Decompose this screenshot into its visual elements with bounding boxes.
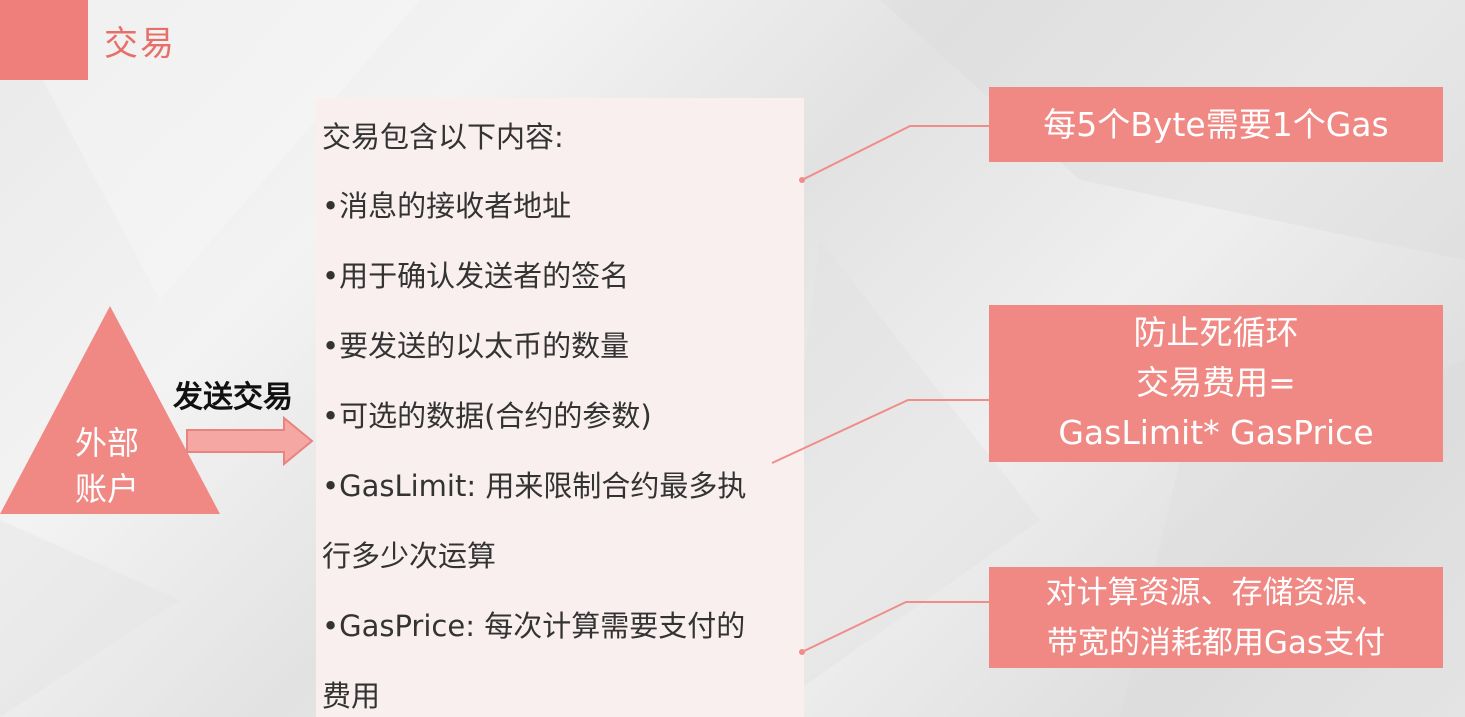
callout-byte-gas: 每5个Byte需要1个Gas	[989, 87, 1443, 162]
panel-item-ether-amount: •要发送的以太币的数量	[322, 329, 630, 363]
callout-resources-line1: 对计算资源、存储资源、	[1045, 575, 1387, 611]
callout-loop-line1: 防止死循环	[1133, 313, 1299, 352]
page-title: 交易	[104, 24, 176, 64]
panel-item-gaslimit-cont: 行多少次运算	[322, 539, 497, 573]
panel-item-optional-data: •可选的数据(合约的参数)	[322, 399, 652, 433]
actor-label-line1: 外部	[74, 424, 139, 462]
callout-loop-line2: 交易费用=	[1136, 363, 1296, 402]
callout-loop-line3: GasLimit* GasPrice	[1058, 413, 1374, 452]
panel-item-gasprice: •GasPrice: 每次计算需要支付的	[322, 609, 746, 643]
send-transaction-label: 发送交易	[173, 380, 293, 415]
actor-label-line2: 账户	[74, 470, 139, 508]
panel-heading: 交易包含以下内容:	[322, 120, 564, 154]
callout-resources: 对计算资源、存储资源、 带宽的消耗都用Gas支付	[989, 567, 1443, 668]
callout-byte-gas-text: 每5个Byte需要1个Gas	[1043, 105, 1389, 144]
title-accent-block	[0, 0, 88, 80]
panel-item-gaslimit: •GasLimit: 用来限制合约最多执	[322, 469, 747, 503]
panel-item-recipient: •消息的接收者地址	[322, 189, 572, 223]
callout-infinite-loop: 防止死循环 交易费用= GasLimit* GasPrice	[989, 305, 1443, 462]
callout-resources-line2: 带宽的消耗都用Gas支付	[1046, 625, 1386, 661]
panel-item-gasprice-cont: 费用	[322, 679, 381, 713]
panel-item-signature: •用于确认发送者的签名	[322, 259, 630, 293]
